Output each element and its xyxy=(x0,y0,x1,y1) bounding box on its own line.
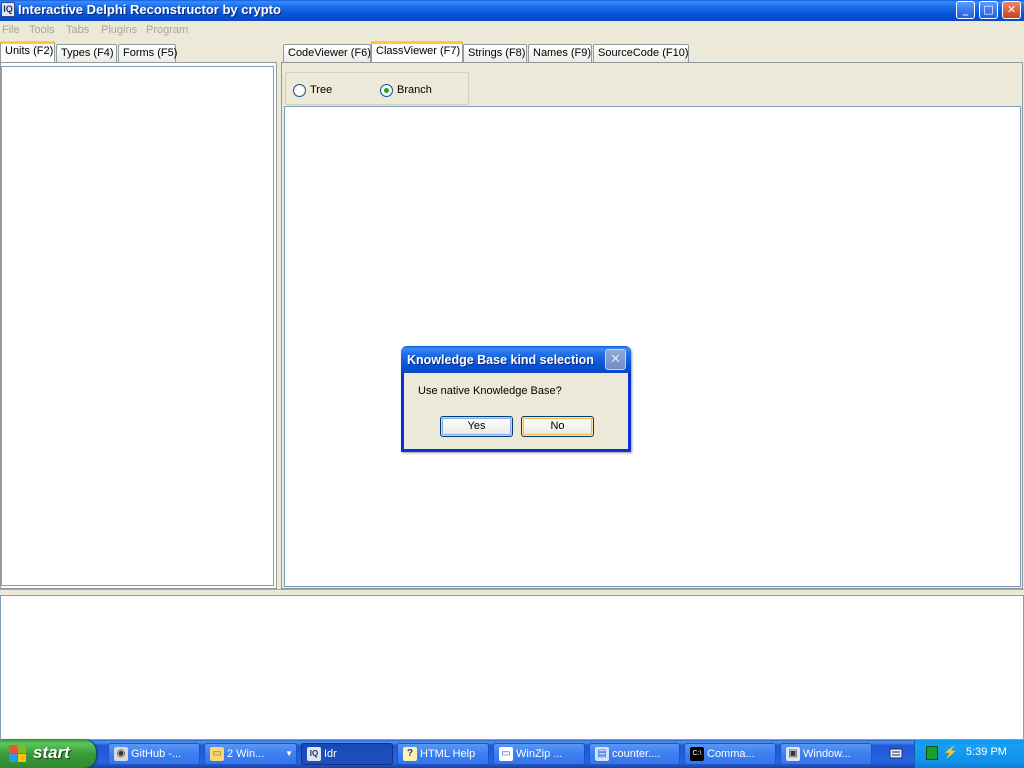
taskbar-item-counter[interactable]: ▤ counter.... xyxy=(589,743,680,765)
tab-forms[interactable]: Forms (F5) xyxy=(118,44,177,62)
folder-icon: ▭ xyxy=(210,747,224,761)
tab-names[interactable]: Names (F9) xyxy=(528,44,592,62)
computer-icon: ▣ xyxy=(786,747,800,761)
dialog-message: Use native Knowledge Base? xyxy=(418,385,562,397)
tab-types[interactable]: Types (F4) xyxy=(56,44,117,62)
menu-program[interactable]: Program xyxy=(146,24,188,36)
units-list[interactable] xyxy=(1,66,274,586)
tab-sourcecode[interactable]: SourceCode (F10) xyxy=(593,44,689,62)
no-button[interactable]: No xyxy=(521,416,594,437)
view-mode-group: Tree Branch xyxy=(285,72,469,105)
branch-radio[interactable] xyxy=(380,84,393,97)
taskbar-item-command[interactable]: C:\ Comma... xyxy=(684,743,776,765)
tray-app-icon[interactable] xyxy=(926,746,938,760)
minimize-button[interactable]: _ xyxy=(956,1,975,19)
keyboard-icon[interactable] xyxy=(884,743,908,765)
tab-strings[interactable]: Strings (F8) xyxy=(463,44,527,62)
taskbar-item-label: counter.... xyxy=(612,748,661,760)
idr-icon: IQ xyxy=(307,747,321,761)
chevron-down-icon: ▼ xyxy=(285,749,293,758)
tab-units[interactable]: Units (F2) xyxy=(0,41,55,62)
taskbar-item-github[interactable]: ◉ GitHub -... xyxy=(108,743,200,765)
tab-classviewer[interactable]: ClassViewer (F7) xyxy=(371,41,463,62)
dialog-title: Knowledge Base kind selection xyxy=(407,353,594,367)
menu-tabs[interactable]: Tabs xyxy=(66,24,89,36)
taskbar-item-windows-group[interactable]: ▭ 2 Win... ▼ xyxy=(204,743,297,765)
app-icon[interactable]: IQ xyxy=(1,2,15,17)
yes-button[interactable]: Yes xyxy=(440,416,513,437)
start-label[interactable]: start xyxy=(33,743,70,763)
dialog-close-icon[interactable]: ✕ xyxy=(605,349,626,370)
log-output-area[interactable] xyxy=(0,595,1024,740)
taskbar-item-label: HTML Help xyxy=(420,748,476,760)
taskbar-item-html-help[interactable]: ? HTML Help xyxy=(397,743,489,765)
maximize-button[interactable]: □ xyxy=(979,1,998,19)
menu-tools[interactable]: Tools xyxy=(29,24,55,36)
taskbar-item-label: WinZip ... xyxy=(516,748,563,760)
taskbar-item-label: 2 Win... xyxy=(227,748,265,760)
branch-radio-label[interactable]: Branch xyxy=(397,84,432,96)
tree-radio[interactable] xyxy=(293,84,306,97)
taskbar-item-windows[interactable]: ▣ Window... xyxy=(780,743,872,765)
help-icon: ? xyxy=(403,747,417,761)
class-viewer-area[interactable] xyxy=(284,106,1021,587)
menu-plugins[interactable]: Plugins xyxy=(101,24,137,36)
tab-codeviewer[interactable]: CodeViewer (F6) xyxy=(283,44,371,62)
taskbar-item-winzip[interactable]: ▭ WinZip ... xyxy=(493,743,585,765)
close-button[interactable]: ✕ xyxy=(1002,1,1021,19)
tree-radio-label[interactable]: Tree xyxy=(310,84,332,96)
github-icon: ◉ xyxy=(114,747,128,761)
horizontal-splitter[interactable] xyxy=(0,589,1024,594)
taskbar-item-label: Comma... xyxy=(707,748,755,760)
taskbar-item-idr[interactable]: IQ Idr xyxy=(301,743,393,765)
window-icon: ▭ xyxy=(499,747,513,761)
menu-file[interactable]: File xyxy=(2,24,20,36)
clock[interactable]: 5:39 PM xyxy=(966,746,1007,758)
window-title: Interactive Delphi Reconstructor by cryp… xyxy=(18,2,281,17)
taskbar-item-label: Window... xyxy=(803,748,851,760)
taskbar-item-label: Idr xyxy=(324,748,337,760)
taskbar-item-label: GitHub -... xyxy=(131,748,182,760)
network-icon[interactable]: ⚡ xyxy=(943,745,958,759)
menu-bar: File Tools Tabs Plugins Program xyxy=(0,21,1024,41)
windows-logo-icon xyxy=(9,745,27,763)
document-icon: ▤ xyxy=(595,747,609,761)
console-icon: C:\ xyxy=(690,747,704,761)
